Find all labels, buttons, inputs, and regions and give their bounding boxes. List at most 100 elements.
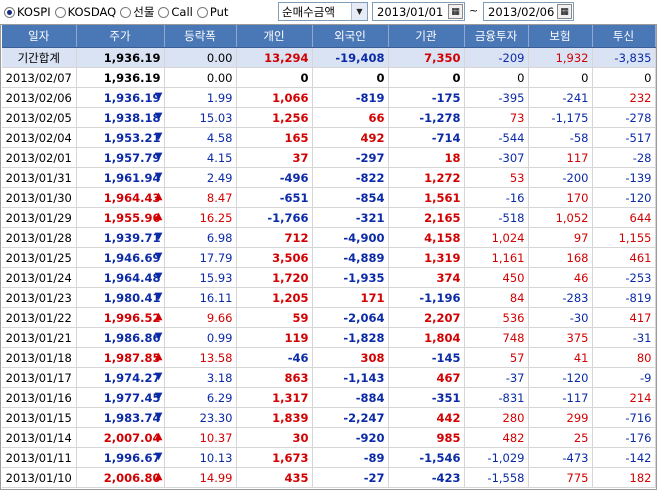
triangle-down-icon: ▼ bbox=[154, 91, 163, 102]
table-row[interactable]: 2013/01/30 1,964.43 ▲ 8.47 -651 -854 1,561 -16 1… bbox=[2, 187, 656, 208]
radio-circle-icon[interactable] bbox=[196, 6, 208, 18]
table-row[interactable]: 2013/01/24 1,964.48 ▼ 15.93 1,720 -1,935 374 45… bbox=[2, 267, 656, 288]
amount-type-select[interactable]: 순매수금액 ▼ bbox=[278, 2, 368, 21]
column-header[interactable]: 등락폭 bbox=[164, 25, 237, 48]
cell-indiv: 37 bbox=[236, 147, 313, 168]
table-row[interactable]: 2013/01/29 1,955.96 ▲ 16.25 -1,766 -321 2,165-… bbox=[2, 207, 656, 228]
column-header[interactable]: 기관 bbox=[388, 25, 465, 48]
table-row[interactable]: 2013/01/15 1,983.74 ▼ 23.30 1,839 -2,247 442 28… bbox=[2, 407, 656, 428]
cell-inst: 467 bbox=[388, 367, 465, 388]
cell-foreign: 171 bbox=[312, 287, 389, 308]
cell-trust: -253 bbox=[592, 267, 656, 288]
table-row[interactable]: 2013/02/04 1,953.21 ▼ 4.58 165 492 -714 -544 -58… bbox=[2, 127, 656, 148]
cell-date: 2013/01/11 bbox=[2, 447, 77, 468]
triangle-down-icon: ▼ bbox=[154, 271, 163, 282]
cell-trust: -9 bbox=[592, 367, 656, 388]
cell-price: 1,974.27 ▼ bbox=[76, 367, 165, 388]
table-row[interactable]: 2013/01/17 1,974.27 ▼ 3.18 863 -1,143 467 -37 -1… bbox=[2, 367, 656, 388]
cell-change: 16.25 bbox=[164, 207, 237, 228]
radio-circle-icon[interactable] bbox=[120, 6, 132, 18]
calendar-icon[interactable]: ▦ bbox=[557, 4, 572, 19]
cell-date: 2013/01/25 bbox=[2, 247, 77, 268]
cell-inst: 4,158 bbox=[388, 227, 465, 248]
cell-trust: -139 bbox=[592, 167, 656, 188]
market-radio-2[interactable]: 선물 bbox=[120, 4, 154, 20]
table-row[interactable]: 2013/01/25 1,946.69 ▼ 17.79 3,506 -4,889 1,319… bbox=[2, 247, 656, 268]
cell-trust: 1,155 bbox=[592, 227, 656, 248]
table-row[interactable]: 2013/02/01 1,957.79 ▼ 4.15 37 -297 18 -307 117 -2… bbox=[2, 147, 656, 168]
price-value: 1,964.48 bbox=[103, 270, 161, 285]
cell-price: 1,996.67 ▼ bbox=[76, 447, 165, 468]
start-date-value: 2013/01/01 bbox=[377, 4, 444, 19]
table-row[interactable]: 2013/01/22 1,996.52 ▲ 9.66 59 -2,064 2,207 536-… bbox=[2, 307, 656, 328]
cell-fin: 57 bbox=[464, 347, 529, 368]
cell-date: 2013/01/17 bbox=[2, 367, 77, 388]
cell-ins: 41 bbox=[528, 347, 593, 368]
column-header[interactable]: 보험 bbox=[528, 25, 593, 48]
market-radio-0[interactable]: KOSPI bbox=[4, 5, 51, 19]
table-row[interactable]: 2013/01/10 2,006.80 ▲ 14.99 435 -27 -423 -1,558… bbox=[2, 467, 656, 488]
cell-trust: -120 bbox=[592, 187, 656, 208]
cell-inst: 1,561 bbox=[388, 187, 465, 208]
table-row[interactable]: 2013/02/06 1,936.19 ▼ 1.99 1,066 -819 -175 -395… bbox=[2, 87, 656, 108]
cell-change: 10.13 bbox=[164, 447, 237, 468]
cell-price: 1,996.52 ▲ bbox=[76, 307, 165, 328]
cell-indiv: -651 bbox=[236, 187, 313, 208]
market-radio-4[interactable]: Put bbox=[196, 5, 228, 19]
cell-indiv: -1,766 bbox=[236, 207, 313, 228]
triangle-up-icon: ▲ bbox=[154, 311, 163, 322]
column-header[interactable]: 일자 bbox=[2, 25, 77, 48]
cell-date: 2013/01/30 bbox=[2, 187, 77, 208]
cell-trust: -142 bbox=[592, 447, 656, 468]
cell-foreign: -819 bbox=[312, 87, 389, 108]
cell-change: 6.98 bbox=[164, 227, 237, 248]
cell-change: 8.47 bbox=[164, 187, 237, 208]
calendar-icon[interactable]: ▦ bbox=[448, 4, 463, 19]
radio-circle-icon[interactable] bbox=[158, 6, 170, 18]
radio-circle-icon[interactable] bbox=[54, 6, 66, 18]
cell-inst: 985 bbox=[388, 427, 465, 448]
cell-foreign: -2,247 bbox=[312, 407, 389, 428]
cell-foreign: -89 bbox=[312, 447, 389, 468]
cell-price: 1,938.18 ▼ bbox=[76, 107, 165, 128]
radio-label: KOSPI bbox=[17, 5, 51, 19]
column-header[interactable]: 외국인 bbox=[312, 25, 389, 48]
cell-foreign: -884 bbox=[312, 387, 389, 408]
cell-trust: -176 bbox=[592, 427, 656, 448]
table-row[interactable]: 2013/01/11 1,996.67 ▼ 10.13 1,673 -89 -1,546 -1… bbox=[2, 447, 656, 468]
column-header[interactable]: 투신 bbox=[592, 25, 656, 48]
end-date-field[interactable]: 2013/02/06 ▦ bbox=[483, 2, 574, 21]
table-row[interactable]: 2013/02/05 1,938.18 ▼ 15.03 1,256 66 -1,278 73-… bbox=[2, 107, 656, 128]
triangle-up-icon: ▲ bbox=[154, 471, 163, 482]
start-date-field[interactable]: 2013/01/01 ▦ bbox=[372, 2, 465, 21]
cell-change: 0.00 bbox=[164, 47, 237, 68]
market-radio-3[interactable]: Call bbox=[158, 5, 193, 19]
column-header[interactable]: 금융투자 bbox=[464, 25, 529, 48]
price-value: 1,987.85 bbox=[103, 350, 161, 365]
cell-ins: 299 bbox=[528, 407, 593, 428]
cell-foreign: -4,889 bbox=[312, 247, 389, 268]
cell-date: 2013/01/29 bbox=[2, 207, 77, 228]
cell-foreign: 0 bbox=[312, 67, 389, 88]
cell-foreign: -1,828 bbox=[312, 327, 389, 348]
table-row[interactable]: 2013/01/18 1,987.85 ▲ 13.58 -46 308 -145 57 41 80 bbox=[2, 347, 656, 368]
table-row[interactable]: 2013/01/14 2,007.04 ▲ 10.37 30 -920 985 482 25 -1… bbox=[2, 427, 656, 448]
column-header[interactable]: 주가 bbox=[76, 25, 165, 48]
price-value: 1,936.19 bbox=[103, 50, 161, 65]
table-row[interactable]: 2013/01/16 1,977.45 ▼ 6.29 1,317 -884 -351 -831… bbox=[2, 387, 656, 408]
table-row[interactable]: 2013/02/07 1,936.19 0.00 0 0 0 0 0 0 bbox=[2, 67, 656, 88]
cell-trust: -517 bbox=[592, 127, 656, 148]
chevron-down-icon[interactable]: ▼ bbox=[351, 3, 367, 20]
column-header[interactable]: 개인 bbox=[236, 25, 313, 48]
radio-circle-icon[interactable] bbox=[4, 6, 15, 18]
cell-inst: -175 bbox=[388, 87, 465, 108]
radio-label: 선물 bbox=[133, 5, 155, 19]
total-row[interactable]: 기간합계 1,936.19 0.00 13,294 -19,408 7,350 -209 1,… bbox=[2, 47, 656, 68]
cell-indiv: 13,294 bbox=[236, 47, 313, 68]
table-row[interactable]: 2013/01/31 1,961.94 ▼ 2.49 -496 -822 1,272 53 -2… bbox=[2, 167, 656, 188]
table-row[interactable]: 2013/01/21 1,986.86 ▼ 0.99 119 -1,828 1,804 748… bbox=[2, 327, 656, 348]
table-row[interactable]: 2013/01/23 1,980.41 ▼ 16.11 1,205 171 -1,196 84… bbox=[2, 287, 656, 308]
cell-fin: -16 bbox=[464, 187, 529, 208]
table-row[interactable]: 2013/01/28 1,939.71 ▼ 6.98 712 -4,900 4,158 1,0… bbox=[2, 227, 656, 248]
market-radio-1[interactable]: KOSDAQ bbox=[54, 5, 116, 19]
